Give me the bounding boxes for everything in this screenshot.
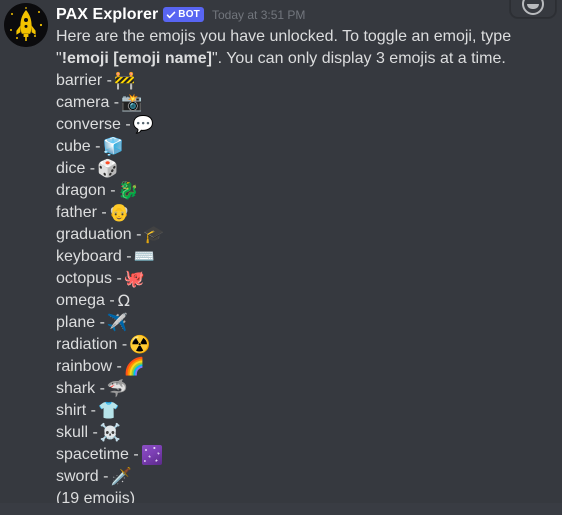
emoji-list-item: cube - 🧊 xyxy=(56,136,544,158)
emoji-list-item: octopus - 🐙 xyxy=(56,268,544,290)
emoji-glyph[interactable]: 🎲 xyxy=(97,160,118,178)
emoji-glyph[interactable]: ☢️ xyxy=(129,336,150,354)
bot-badge-label: BOT xyxy=(178,9,200,20)
message-header: PAX Explorer BOT Today at 3:51 PM xyxy=(56,4,544,25)
emoji-list: barrier - 🚧 camera - 📸 converse - 💬 cube - … xyxy=(56,70,544,488)
bottom-edge-strip xyxy=(0,503,562,515)
emoji-glyph[interactable]: 🐙 xyxy=(124,270,145,288)
emoji-name-label: dragon - xyxy=(56,182,116,199)
emoji-glyph[interactable]: ✈️ xyxy=(107,314,128,332)
message-intro-text: Here are the emojis you have unlocked. T… xyxy=(56,26,544,70)
emoji-list-item: dice - 🎲 xyxy=(56,158,544,180)
emoji-list-item: radiation - ☢️ xyxy=(56,334,544,356)
emoji-name-label: rainbow - xyxy=(56,358,122,375)
emoji-list-item: barrier - 🚧 xyxy=(56,70,544,92)
emoji-text-glyph[interactable]: Ω xyxy=(118,293,130,309)
emoji-name-label: camera - xyxy=(56,94,120,111)
emoji-name-label: omega - xyxy=(56,292,115,309)
emoji-name-label: octopus - xyxy=(56,270,122,287)
emoji-glyph[interactable]: 🦈 xyxy=(107,380,128,398)
emoji-list-item: sword - 🗡️ xyxy=(56,466,544,488)
custom-emoji-icon[interactable] xyxy=(141,445,162,465)
emoji-list-item: omega - Ω xyxy=(56,290,544,312)
emoji-glyph[interactable]: 🐉 xyxy=(118,182,139,200)
emoji-glyph[interactable]: ⌨️ xyxy=(134,248,155,266)
emoji-name-label: father - xyxy=(56,204,107,221)
emoji-name-label: keyboard - xyxy=(56,248,132,265)
emoji-name-label: sword - xyxy=(56,468,109,485)
avatar[interactable] xyxy=(4,3,48,47)
emoji-list-item: plane - ✈️ xyxy=(56,312,544,334)
emoji-name-label: barrier - xyxy=(56,72,113,89)
emoji-name-label: graduation - xyxy=(56,226,142,243)
emoji-glyph[interactable]: 👴 xyxy=(109,204,130,222)
intro-text-bold: !emoji [emoji name] xyxy=(61,50,212,67)
emoji-glyph[interactable]: 💬 xyxy=(133,116,154,134)
emoji-list-item: converse - 💬 xyxy=(56,114,544,136)
discord-message-view: PAX Explorer BOT Today at 3:51 PM Here a… xyxy=(0,0,562,515)
emoji-list-item: shirt - 👕 xyxy=(56,400,544,422)
emoji-glyph[interactable]: 🧊 xyxy=(102,138,123,156)
emoji-name-label: skull - xyxy=(56,424,98,441)
emoji-glyph[interactable]: 🌈 xyxy=(124,358,145,376)
emoji-glyph[interactable]: 🎓 xyxy=(143,226,164,244)
emoji-name-label: shark - xyxy=(56,380,105,397)
message-timestamp: Today at 3:51 PM xyxy=(212,7,306,22)
emoji-list-item: skull - ☠️ xyxy=(56,422,544,444)
message-body: PAX Explorer BOT Today at 3:51 PM Here a… xyxy=(56,4,554,510)
emoji-list-item: rainbow - 🌈 xyxy=(56,356,544,378)
intro-text-part-2: ". You can only display 3 emojis at a ti… xyxy=(211,50,506,67)
emoji-list-item: keyboard - ⌨️ xyxy=(56,246,544,268)
emoji-name-label: radiation - xyxy=(56,336,128,353)
emoji-name-label: plane - xyxy=(56,314,105,331)
emoji-list-item: dragon - 🐉 xyxy=(56,180,544,202)
emoji-list-item: camera - 📸 xyxy=(56,92,544,114)
emoji-list-item: graduation - 🎓 xyxy=(56,224,544,246)
emoji-name-label: dice - xyxy=(56,160,96,177)
emoji-list-item: shark - 🦈 xyxy=(56,378,544,400)
emoji-name-label: cube - xyxy=(56,138,101,155)
chat-message: PAX Explorer BOT Today at 3:51 PM Here a… xyxy=(0,0,562,510)
emoji-glyph[interactable]: ☠️ xyxy=(100,424,121,442)
emoji-glyph[interactable]: 🚧 xyxy=(114,72,135,90)
emoji-name-label: spacetime - xyxy=(56,446,139,463)
emoji-name-label: converse - xyxy=(56,116,131,133)
emoji-glyph[interactable]: 📸 xyxy=(121,94,142,112)
emoji-glyph[interactable]: 👕 xyxy=(98,402,119,420)
bot-badge: BOT xyxy=(163,7,204,22)
emoji-name-label: shirt - xyxy=(56,402,96,419)
emoji-list-item: father - 👴 xyxy=(56,202,544,224)
emoji-glyph[interactable]: 🗡️ xyxy=(110,468,131,486)
author-username[interactable]: PAX Explorer xyxy=(56,5,158,25)
emoji-list-item: spacetime - xyxy=(56,444,544,466)
check-icon xyxy=(166,10,176,20)
